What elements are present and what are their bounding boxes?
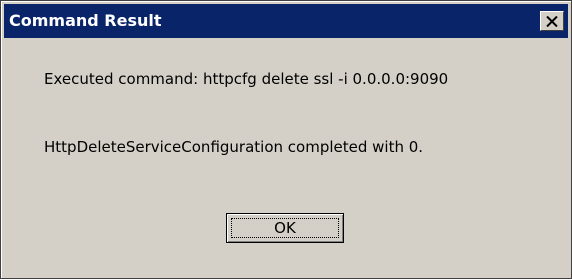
close-icon (546, 15, 558, 27)
title-bar[interactable]: Command Result (4, 4, 568, 38)
command-result-dialog: Command Result Executed command: httpcfg… (0, 0, 572, 279)
result-text: HttpDeleteServiceConfiguration completed… (44, 138, 424, 156)
executed-command-text: Executed command: httpcfg delete ssl -i … (44, 70, 449, 88)
close-button[interactable] (540, 11, 564, 31)
ok-button[interactable]: OK (226, 213, 344, 243)
dialog-title: Command Result (9, 11, 162, 30)
ok-button-label: OK (231, 218, 339, 238)
